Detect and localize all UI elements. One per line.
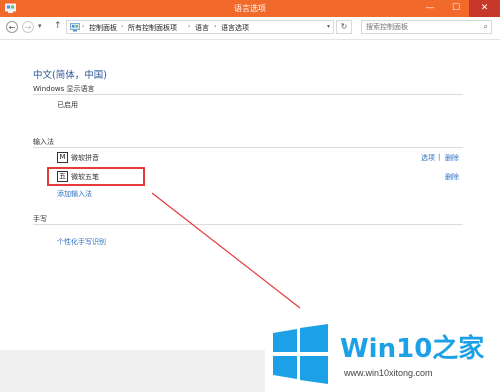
link-divider: | (438, 153, 441, 161)
breadcrumb-all-items[interactable]: 所有控制面板项 (128, 23, 177, 33)
remove-link[interactable]: 删除 (445, 172, 459, 182)
recent-locations-chevron-icon[interactable]: ▾ (38, 22, 42, 30)
search-box: ⌕ (361, 20, 492, 34)
language-heading: 中文(简体，中国) (33, 70, 107, 81)
minimize-button[interactable]: — (417, 0, 443, 17)
section-divider (33, 224, 463, 225)
breadcrumb-control-panel[interactable]: 控制面板 (89, 23, 117, 33)
microsoft-pinyin-icon: M (57, 152, 68, 163)
watermark-site: www.win10xitong.com (344, 368, 433, 378)
up-button[interactable]: ↑ (54, 21, 62, 31)
maximize-button[interactable]: ☐ (443, 0, 469, 17)
input-methods-label: 输入法 (33, 138, 54, 146)
windows-logo-icon (273, 324, 328, 384)
forward-button[interactable]: → (22, 21, 34, 33)
watermark: Win10之家 www.win10xitong.com (265, 319, 500, 392)
section-divider (33, 147, 463, 148)
navigation-bar: ← → ▾ ↑ › 控制面板 › 所有控制面板项 › 语言 › 语言选项 ▾ ↻… (0, 17, 500, 40)
personalize-handwriting-link[interactable]: 个性化手写识别 (57, 237, 106, 247)
address-dropdown-chevron-icon[interactable]: ▾ (327, 23, 330, 30)
section-divider (33, 94, 463, 95)
main-content: 中文(简体，中国) Windows 显示语言 已启用 输入法 M 微软拼音 选项… (0, 40, 500, 350)
breadcrumb-separator: › (82, 23, 85, 30)
add-input-method-link[interactable]: 添加输入法 (57, 189, 92, 199)
address-bar[interactable]: › 控制面板 › 所有控制面板项 › 语言 › 语言选项 ▾ (66, 20, 334, 34)
handwriting-label: 手写 (33, 215, 47, 223)
breadcrumb-language[interactable]: 语言 (195, 23, 209, 33)
input-method-name: 微软拼音 (71, 154, 99, 162)
search-input[interactable] (362, 21, 478, 33)
search-icon[interactable]: ⌕ (484, 22, 488, 32)
control-panel-icon (70, 23, 80, 32)
breadcrumb-language-options[interactable]: 语言选项 (221, 23, 249, 33)
remove-link[interactable]: 删除 (445, 153, 459, 163)
back-button[interactable]: ← (6, 21, 18, 33)
breadcrumb-separator: › (214, 23, 217, 30)
watermark-brand: Win10之家 (340, 334, 485, 364)
options-link[interactable]: 选项 (421, 153, 435, 163)
highlight-box (47, 167, 145, 186)
title-bar: 语言选项 — ☐ ✕ (0, 0, 500, 17)
breadcrumb-separator: › (121, 23, 124, 30)
close-button[interactable]: ✕ (469, 0, 500, 17)
refresh-button[interactable]: ↻ (336, 20, 352, 34)
display-language-status: 已启用 (57, 101, 78, 109)
breadcrumb-separator: › (188, 23, 191, 30)
display-language-label: Windows 显示语言 (33, 85, 95, 93)
